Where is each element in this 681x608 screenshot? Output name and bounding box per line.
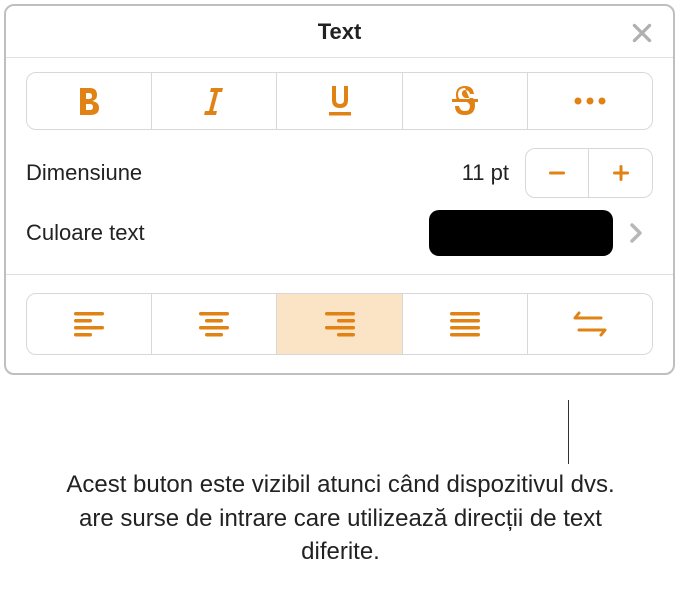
color-label: Culoare text — [26, 220, 145, 246]
text-color-row[interactable]: Culoare text — [6, 206, 673, 274]
align-left-icon — [72, 310, 106, 338]
callout-text: Acest buton este vizibil atunci când dis… — [60, 468, 621, 569]
text-direction-icon — [571, 311, 609, 337]
color-swatch[interactable] — [429, 210, 613, 256]
align-center-button[interactable] — [152, 293, 277, 355]
align-center-icon — [197, 310, 231, 338]
strikethrough-icon — [449, 85, 481, 117]
color-disclosure[interactable] — [619, 222, 653, 244]
align-right-icon — [323, 310, 357, 338]
size-decrease-button[interactable] — [525, 148, 589, 198]
italic-icon — [201, 85, 227, 117]
bold-button[interactable] — [26, 72, 152, 130]
plus-icon — [609, 161, 633, 185]
chevron-right-icon — [629, 222, 643, 244]
more-icon — [573, 96, 607, 106]
italic-button[interactable] — [152, 72, 277, 130]
underline-button[interactable] — [277, 72, 402, 130]
align-justify-icon — [448, 310, 482, 338]
minus-icon — [545, 161, 569, 185]
size-label: Dimensiune — [26, 160, 142, 186]
close-button[interactable] — [629, 20, 655, 46]
align-left-button[interactable] — [26, 293, 152, 355]
underline-icon — [325, 84, 355, 118]
panel-title: Text — [318, 19, 362, 45]
text-style-group — [6, 58, 673, 140]
close-icon — [629, 20, 655, 46]
align-right-button[interactable] — [277, 293, 402, 355]
align-justify-button[interactable] — [403, 293, 528, 355]
bold-icon — [75, 85, 103, 117]
text-direction-button[interactable] — [528, 293, 653, 355]
text-format-panel: Text — [4, 4, 675, 375]
alignment-group — [6, 275, 673, 373]
panel-header: Text — [6, 6, 673, 58]
more-styles-button[interactable] — [528, 72, 653, 130]
size-value: 11 pt — [462, 160, 509, 186]
callout-line — [568, 400, 569, 464]
strikethrough-button[interactable] — [403, 72, 528, 130]
size-stepper — [525, 148, 653, 198]
font-size-row: Dimensiune 11 pt — [6, 140, 673, 206]
size-increase-button[interactable] — [589, 148, 653, 198]
